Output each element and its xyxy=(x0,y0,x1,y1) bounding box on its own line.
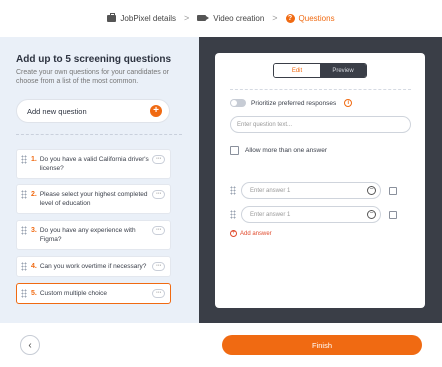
add-question-label: Add new question xyxy=(27,106,87,116)
back-button[interactable]: ‹ xyxy=(20,335,40,355)
question-number: 4. xyxy=(31,263,37,270)
question-number: 5. xyxy=(31,290,37,297)
finish-button[interactable]: Finish xyxy=(222,335,422,355)
editor-panel: Edit Preview Prioritize preferred respon… xyxy=(199,37,442,323)
add-answer-button[interactable]: + Add answer xyxy=(230,230,272,237)
answer-placeholder: Enter answer 1 xyxy=(250,187,291,194)
divider xyxy=(230,89,411,90)
stepper: JobPixel details > Video creation > ? Qu… xyxy=(0,0,442,36)
question-item-1[interactable]: 1. Do you have a valid California driver… xyxy=(16,149,171,179)
remove-answer-icon[interactable]: − xyxy=(367,210,376,219)
briefcase-icon xyxy=(107,12,117,22)
prioritize-toggle[interactable] xyxy=(230,99,246,107)
answer-row: Enter answer 1 − xyxy=(230,206,397,223)
drag-handle-icon[interactable] xyxy=(230,210,236,219)
question-text: Please select your highest completed lev… xyxy=(39,191,148,207)
answer-input[interactable]: Enter answer 1 − xyxy=(241,182,381,199)
question-number: 3. xyxy=(31,227,37,234)
question-number: 1. xyxy=(31,156,37,163)
plus-circle-icon: + xyxy=(230,230,237,237)
question-text-input[interactable]: Enter question text... xyxy=(230,116,411,133)
preferred-answer-checkbox[interactable] xyxy=(389,186,397,195)
plus-icon: + xyxy=(150,105,162,117)
prioritize-label: Prioritize preferred responses xyxy=(251,99,337,107)
answer-placeholder: Enter answer 1 xyxy=(250,211,291,218)
step-label: Video creation xyxy=(213,13,265,23)
chevron-right-icon: > xyxy=(272,13,278,23)
step-label: Questions xyxy=(298,13,335,23)
step-label: JobPixel details xyxy=(120,13,177,23)
answer-input[interactable]: Enter answer 1 − xyxy=(241,206,381,223)
step-video-creation[interactable]: Video creation xyxy=(197,14,264,23)
drag-handle-icon[interactable] xyxy=(21,226,27,235)
chevron-left-icon: ‹ xyxy=(28,339,32,351)
allow-multiple-label: Allow more than one answer xyxy=(245,147,328,154)
question-editor-card: Edit Preview Prioritize preferred respon… xyxy=(215,53,425,308)
video-camera-icon xyxy=(197,15,210,21)
question-item-4[interactable]: 4. Can you work overtime if necessary? ·… xyxy=(16,256,171,277)
more-options-icon[interactable]: ··· xyxy=(152,155,165,164)
question-item-5[interactable]: 5. Custom multiple choice ··· xyxy=(16,283,171,304)
question-number: 2. xyxy=(31,191,37,198)
prioritize-row: Prioritize preferred responses i xyxy=(230,99,353,107)
tab-edit[interactable]: Edit xyxy=(274,64,320,77)
question-text: Do you have a valid California driver's … xyxy=(39,156,149,172)
tab-preview[interactable]: Preview xyxy=(320,64,366,77)
allow-multiple-row: Allow more than one answer xyxy=(230,146,327,155)
question-text: Do you have any experience with Figma? xyxy=(39,227,136,243)
remove-answer-icon[interactable]: − xyxy=(367,186,376,195)
more-options-icon[interactable]: ··· xyxy=(152,226,165,235)
allow-multiple-checkbox[interactable] xyxy=(230,146,239,155)
more-options-icon[interactable]: ··· xyxy=(152,190,165,199)
panel-title: Add up to 5 screening questions xyxy=(16,54,172,65)
chevron-right-icon: > xyxy=(184,13,190,23)
more-options-icon[interactable]: ··· xyxy=(152,289,165,298)
preferred-answer-checkbox[interactable] xyxy=(389,210,397,219)
drag-handle-icon[interactable] xyxy=(21,190,27,199)
footer: ‹ Finish xyxy=(0,323,442,367)
question-text: Custom multiple choice xyxy=(39,290,108,297)
more-options-icon[interactable]: ··· xyxy=(152,262,165,271)
panel-subtitle: Create your own questions for your candi… xyxy=(16,69,169,85)
drag-handle-icon[interactable] xyxy=(21,155,27,164)
question-item-3[interactable]: 3. Do you have any experience with Figma… xyxy=(16,220,171,250)
info-icon[interactable]: i xyxy=(344,99,353,107)
edit-preview-toggle: Edit Preview xyxy=(273,63,367,78)
drag-handle-icon[interactable] xyxy=(21,289,27,298)
step-jobpixel-details[interactable]: JobPixel details xyxy=(107,12,177,23)
step-questions[interactable]: ? Questions xyxy=(285,13,335,23)
add-answer-label: Add answer xyxy=(240,230,272,237)
drag-handle-icon[interactable] xyxy=(230,186,236,195)
drag-handle-icon[interactable] xyxy=(21,262,27,271)
question-text: Can you work overtime if necessary? xyxy=(39,263,147,270)
add-new-question-button[interactable]: Add new question + xyxy=(16,99,170,123)
answer-row: Enter answer 1 − xyxy=(230,182,397,199)
question-circle-icon: ? xyxy=(285,13,295,23)
question-item-2[interactable]: 2. Please select your highest completed … xyxy=(16,184,171,214)
questions-panel: Add up to 5 screening questions Create y… xyxy=(0,37,199,323)
divider xyxy=(16,134,182,135)
